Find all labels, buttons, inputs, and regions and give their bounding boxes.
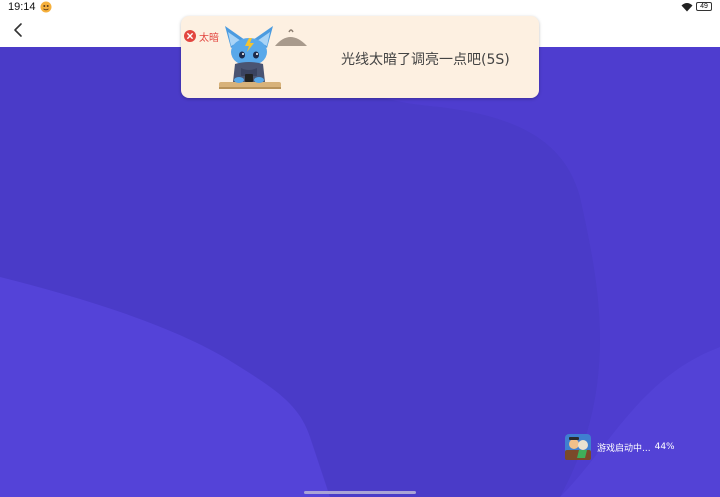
mascot-lamp-illustration [219, 26, 307, 89]
status-time: 19:14 [8, 1, 36, 13]
game-launch-label: 游戏启动中... [597, 443, 651, 454]
chevron-left-icon[interactable] [8, 20, 28, 40]
status-bar: 19:14 49 [0, 0, 720, 14]
game-thumbnail-icon [565, 434, 591, 460]
wifi-icon [681, 3, 693, 12]
badge-label: 太暗 [199, 32, 219, 44]
background-shapes [0, 47, 720, 497]
home-indicator[interactable] [304, 491, 416, 494]
toast-message: 光线太暗了调亮一点吧(5S) [341, 52, 510, 68]
game-launch-progress: 44% [654, 442, 675, 452]
app-notification-icon [40, 1, 52, 13]
close-circle-icon [184, 30, 196, 42]
game-launch-indicator[interactable]: 游戏启动中... 44% [565, 433, 675, 461]
too-dark-badge: 太暗 [184, 29, 219, 44]
brightness-warning-toast: 太暗 光线太暗了调亮一点吧(5S) [181, 16, 539, 98]
battery-icon: 49 [696, 2, 712, 11]
